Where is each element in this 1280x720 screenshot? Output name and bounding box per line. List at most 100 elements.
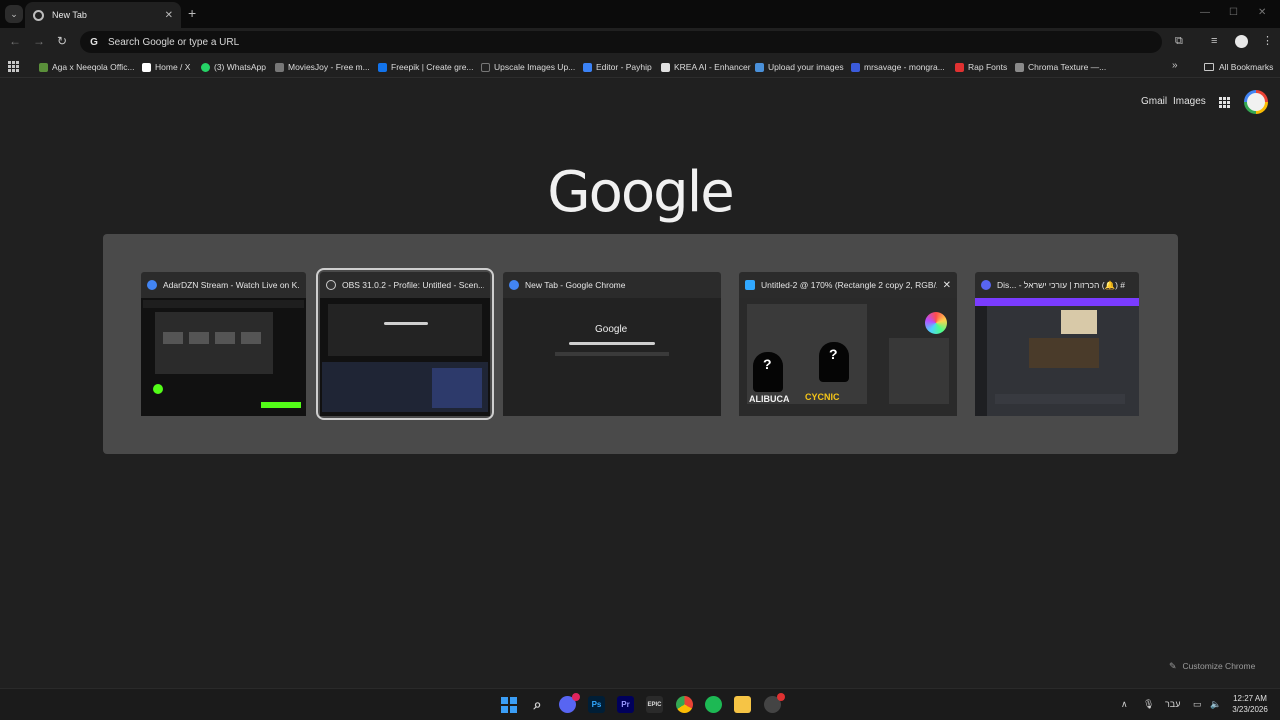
clock-time: 12:27 AM	[1233, 694, 1267, 703]
all-bookmarks-label: All Bookmarks	[1219, 62, 1274, 72]
apps-grid-icon[interactable]	[8, 61, 19, 72]
bookmark-label: Freepik | Create gre...	[391, 62, 474, 72]
extensions-puzzle-icon[interactable]: ⧉	[1175, 35, 1183, 47]
bookmark-home-x[interactable]: Home / X	[142, 60, 190, 74]
krea-icon	[661, 62, 670, 72]
bookmark-mrsavage[interactable]: mrsavage - mongra...	[851, 60, 945, 74]
epic-games-icon[interactable]: EPIC	[646, 696, 663, 713]
bookmark-label: Home / X	[155, 62, 191, 72]
switcher-window-obs[interactable]: OBS 31.0.2 - Profile: Untitled - Scen...	[316, 268, 494, 420]
whatsapp-icon	[201, 62, 210, 72]
bookmark-rap-fonts[interactable]: Rap Fonts	[955, 60, 1007, 74]
bookmark-chroma-texture[interactable]: Chroma Texture —...	[1015, 60, 1106, 74]
tab-new-tab[interactable]: New Tab ✕	[25, 2, 181, 28]
file-explorer-icon[interactable]	[734, 696, 751, 713]
chrome-icon	[509, 280, 519, 290]
tray-overflow-chevron-icon[interactable]: ∧	[1121, 699, 1128, 709]
window-title: Untitled-2 @ 170% (Rectangle 2 copy 2, R…	[761, 280, 937, 290]
window-thumbnail: Google	[503, 298, 721, 416]
images-link[interactable]: Images	[1173, 96, 1206, 107]
bookmarks-overflow-icon[interactable]: »	[1172, 60, 1178, 71]
new-tab-page: Gmail Images Google AdarDZN Stream - Wat…	[0, 79, 1280, 688]
window-close-icon[interactable]: ✕	[943, 280, 951, 291]
obs-icon[interactable]	[764, 693, 785, 713]
chrome-menu-icon[interactable]: ⋮	[1262, 35, 1273, 47]
input-language[interactable]: עבר	[1165, 699, 1180, 709]
profile-avatar-icon[interactable]	[1235, 35, 1248, 48]
switcher-window-discord[interactable]: Dis... - הכרזות | עורכי ישראל (🔔) #	[975, 272, 1139, 416]
microphone-icon[interactable]: 🎙	[1143, 699, 1154, 709]
bookmark-moviesjoy[interactable]: MoviesJoy - Free m...	[275, 60, 370, 74]
volume-icon[interactable]: 🔈	[1210, 699, 1221, 709]
folder-icon	[1204, 63, 1214, 71]
bookmark-label: Editor - Payhip	[596, 62, 652, 72]
minimize-button[interactable]: —	[1200, 7, 1210, 18]
bookmark-label: mrsavage - mongra...	[864, 62, 945, 72]
bookmark-label: Upscale Images Up...	[494, 62, 576, 72]
customize-chrome-button[interactable]: ✎ Customize Chrome	[1160, 656, 1264, 676]
bookmark-krea[interactable]: KREA AI - Enhancer	[661, 60, 751, 74]
premiere-icon[interactable]: Pr	[617, 696, 634, 713]
title-bar: ⌄ New Tab ✕ + — ☐ ✕	[0, 0, 1280, 28]
chrome-icon[interactable]	[676, 696, 693, 713]
google-apps-icon[interactable]	[1219, 97, 1230, 108]
bookmark-favicon-icon	[275, 62, 284, 72]
bookmark-aga-neeqola[interactable]: Aga x Neeqola Offic...	[39, 60, 135, 74]
account-avatar[interactable]	[1244, 90, 1268, 114]
maximize-button[interactable]: ☐	[1229, 7, 1238, 18]
question-mark-left: ?	[763, 356, 772, 372]
reload-icon[interactable]: ↻	[57, 34, 67, 48]
bookmark-payhip[interactable]: Editor - Payhip	[583, 60, 652, 74]
window-thumbnail	[320, 298, 490, 416]
customize-label: Customize Chrome	[1182, 661, 1256, 671]
tab-search-chevron-icon[interactable]: ⌄	[5, 5, 23, 23]
bookmark-favicon-icon	[955, 62, 964, 72]
switcher-window-chrome-newtab[interactable]: New Tab - Google Chrome Google	[503, 272, 721, 416]
photoshop-icon[interactable]: Ps	[588, 696, 605, 713]
tab-close-icon[interactable]: ✕	[165, 10, 173, 21]
omnibox-placeholder: Search Google or type a URL	[108, 36, 240, 48]
bookmark-upload-images[interactable]: Upload your images	[755, 60, 844, 74]
bookmark-label: (3) WhatsApp	[214, 62, 266, 72]
notification-badge	[572, 693, 580, 701]
bookmark-label: Chroma Texture —...	[1028, 62, 1107, 72]
window-title: OBS 31.0.2 - Profile: Untitled - Scen...	[342, 280, 484, 290]
network-icon[interactable]: ▭	[1193, 699, 1202, 709]
obs-icon	[326, 280, 336, 290]
bookmark-whatsapp[interactable]: (3) WhatsApp	[201, 60, 266, 74]
window-title: Dis... - הכרזות | עורכי ישראל (🔔) #	[997, 279, 1126, 290]
system-clock[interactable]: 12:27 AM 3/23/2026	[1228, 693, 1272, 715]
bookmark-freepik[interactable]: Freepik | Create gre...	[378, 60, 474, 74]
window-title: AdarDZN Stream - Watch Live on K...	[163, 280, 300, 290]
window-close-button[interactable]: ✕	[1258, 7, 1266, 18]
thumbnail-google-logo: Google	[595, 324, 628, 335]
google-logo: Google	[547, 160, 734, 225]
switcher-window-kick[interactable]: AdarDZN Stream - Watch Live on K...	[141, 272, 306, 416]
new-tab-button[interactable]: +	[188, 6, 196, 20]
search-icon[interactable]: ⌕	[529, 696, 546, 713]
omnibox[interactable]: G Search Google or type a URL	[80, 31, 1162, 53]
window-title: New Tab - Google Chrome	[525, 280, 626, 290]
all-bookmarks-button[interactable]: All Bookmarks	[1204, 60, 1273, 74]
windows-start-icon[interactable]	[500, 696, 517, 713]
gmail-link[interactable]: Gmail	[1141, 96, 1167, 107]
clock-date: 3/23/2026	[1232, 705, 1268, 714]
media-queue-icon[interactable]: ≡	[1211, 35, 1217, 47]
switcher-window-photoshop[interactable]: Untitled-2 @ 170% (Rectangle 2 copy 2, R…	[739, 272, 957, 416]
question-mark-right: ?	[829, 346, 838, 362]
back-arrow-icon[interactable]: ←	[9, 34, 21, 48]
caption-right: CYCNIC	[805, 392, 840, 402]
bookmark-favicon-icon	[39, 62, 48, 72]
discord-icon[interactable]	[559, 693, 580, 713]
google-g-icon: G	[90, 36, 98, 48]
window-thumbnail	[975, 298, 1139, 416]
window-thumbnail: ? ? ALIBUCA CYCNIC	[739, 298, 957, 416]
forward-arrow-icon[interactable]: →	[33, 34, 45, 48]
bookmark-upscale[interactable]: Upscale Images Up...	[481, 60, 575, 74]
chrome-favicon-icon	[33, 9, 44, 21]
color-wheel-icon	[925, 312, 947, 334]
window-thumbnail	[141, 298, 306, 416]
windows-taskbar: ⌕ Ps Pr EPIC ∧ 🎙 עבר ▭ 🔈 12:27 AM 3/23/2…	[0, 688, 1280, 720]
bookmark-label: MoviesJoy - Free m...	[288, 62, 370, 72]
spotify-icon[interactable]	[705, 696, 722, 713]
